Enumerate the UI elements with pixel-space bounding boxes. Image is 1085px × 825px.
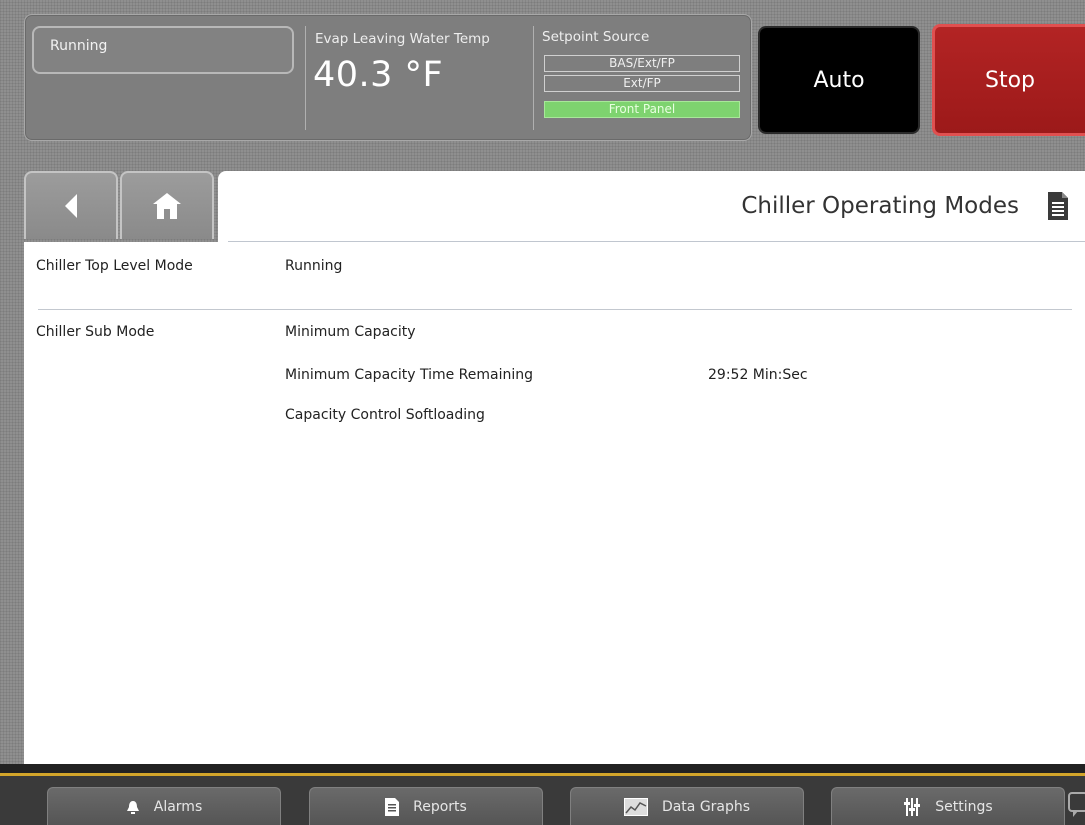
row-divider xyxy=(38,309,1072,310)
tab-reports-label: Reports xyxy=(413,798,467,815)
sub-mode-item: Minimum Capacity Time Remaining xyxy=(285,367,534,383)
setpoint-option-front-panel[interactable]: Front Panel xyxy=(544,101,740,118)
time-remaining-value: 29:52 Min:Sec xyxy=(708,367,808,383)
home-button[interactable] xyxy=(120,171,214,239)
chiller-status-text: Running xyxy=(50,38,108,54)
setpoint-option-ext[interactable]: Ext/FP xyxy=(544,75,740,92)
sub-mode-item: Capacity Control Softloading xyxy=(285,407,485,423)
home-icon xyxy=(153,193,181,219)
auto-button-label: Auto xyxy=(813,67,865,93)
header-divider xyxy=(305,26,306,130)
content-panel xyxy=(24,242,1085,764)
document-icon[interactable] xyxy=(1047,191,1069,221)
title-bar: Chiller Operating Modes xyxy=(218,171,1085,242)
sliders-icon xyxy=(904,797,921,816)
page-title: Chiller Operating Modes xyxy=(741,193,1019,219)
tab-settings-label: Settings xyxy=(935,798,993,815)
stop-button-label: Stop xyxy=(984,67,1035,93)
tab-data-graphs[interactable]: Data Graphs xyxy=(570,787,804,825)
tab-reports[interactable]: Reports xyxy=(309,787,543,825)
report-icon xyxy=(385,797,400,816)
top-level-mode-label: Chiller Top Level Mode xyxy=(36,258,193,274)
setpoint-source-label: Setpoint Source xyxy=(542,29,650,45)
setpoint-option-bas[interactable]: BAS/Ext/FP xyxy=(544,55,740,72)
chat-icon[interactable] xyxy=(1068,792,1085,818)
tab-alarms-label: Alarms xyxy=(153,798,203,815)
chiller-status-box: Running xyxy=(32,26,294,74)
tab-settings[interactable]: Settings xyxy=(831,787,1065,825)
sub-mode-item: Minimum Capacity xyxy=(285,324,416,340)
temp-label: Evap Leaving Water Temp xyxy=(315,31,490,47)
tab-data-graphs-label: Data Graphs xyxy=(661,798,751,815)
title-divider xyxy=(228,241,1085,242)
top-level-mode-value: Running xyxy=(285,258,343,274)
bell-icon xyxy=(126,800,139,814)
tab-alarms[interactable]: Alarms xyxy=(47,787,281,825)
temp-value: 40.3 °F xyxy=(313,55,444,95)
graph-icon xyxy=(623,797,648,816)
stop-button[interactable]: Stop xyxy=(932,24,1085,136)
sub-mode-label: Chiller Sub Mode xyxy=(36,324,155,340)
back-button[interactable] xyxy=(24,171,118,239)
back-arrow-icon xyxy=(65,194,77,218)
auto-button[interactable]: Auto xyxy=(758,26,920,134)
header-divider xyxy=(533,26,534,130)
